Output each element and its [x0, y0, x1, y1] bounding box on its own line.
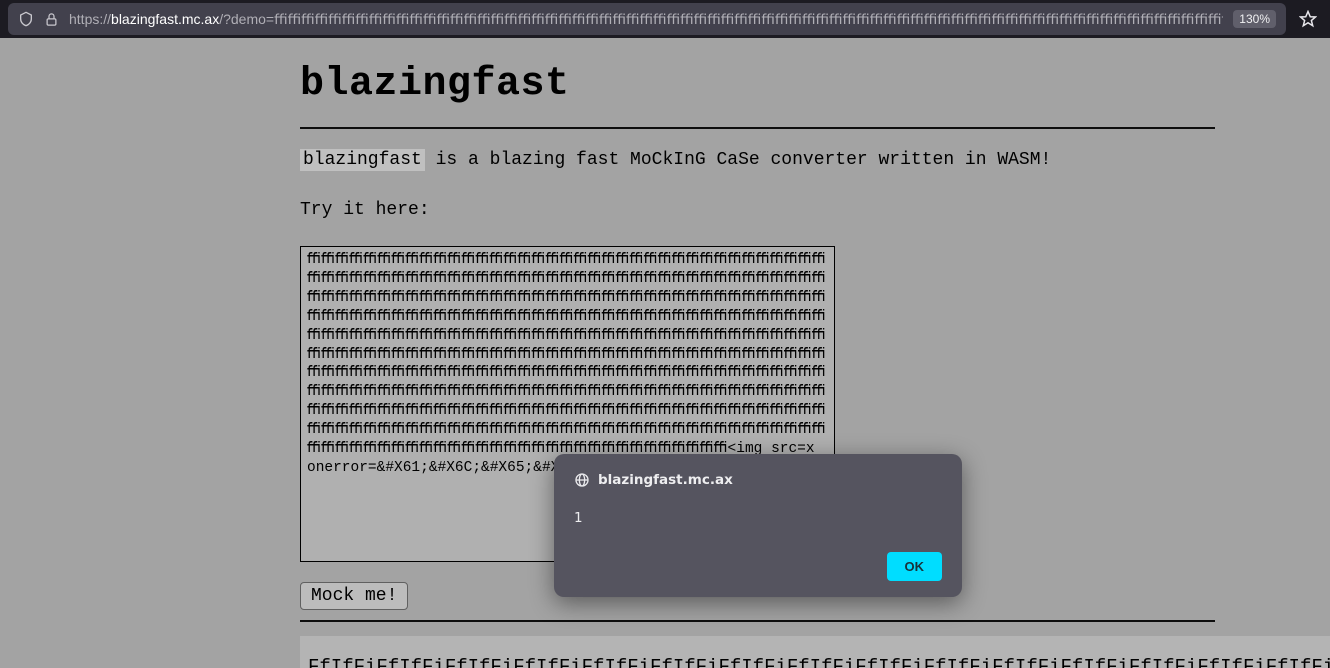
bookmark-star-icon[interactable] — [1294, 5, 1322, 33]
tryit-label: Try it here: — [300, 200, 1215, 220]
result-output: FfIfFiFfIfFiFfIfFiFfIfFiFfIfFiFfIfFiFfIf… — [300, 636, 1330, 668]
page-title: blazingfast — [300, 62, 1215, 129]
mock-me-button[interactable]: Mock me! — [300, 582, 408, 610]
desc-highlight: blazingfast — [300, 149, 425, 171]
url-box[interactable]: https://blazingfast.mc.ax/?demo=ﬃﬃﬃﬃﬃﬃﬃﬃ… — [8, 3, 1286, 35]
js-alert-dialog: blazingfast.mc.ax 1 OK — [554, 454, 962, 597]
shield-icon[interactable] — [18, 11, 34, 27]
divider — [300, 620, 1215, 622]
alert-origin: blazingfast.mc.ax — [598, 472, 733, 488]
url-scheme: https:// — [69, 11, 111, 27]
alert-ok-button[interactable]: OK — [887, 552, 943, 581]
lock-icon[interactable] — [44, 12, 59, 27]
url-text[interactable]: https://blazingfast.mc.ax/?demo=ﬃﬃﬃﬃﬃﬃﬃﬃ… — [69, 11, 1223, 28]
browser-address-bar: https://blazingfast.mc.ax/?demo=ﬃﬃﬃﬃﬃﬃﬃﬃ… — [0, 0, 1330, 38]
alert-message: 1 — [574, 510, 942, 526]
alert-header: blazingfast.mc.ax — [574, 472, 942, 488]
url-host: blazingfast.mc.ax — [111, 11, 219, 27]
page-description: blazingfast is a blazing fast MoCkInG Ca… — [300, 149, 1215, 172]
url-path: /?demo=ﬃﬃﬃﬃﬃﬃﬃﬃﬃﬃﬃﬃﬃﬃﬃﬃﬃﬃﬃﬃﬃﬃﬃﬃﬃﬃﬃﬃﬃﬃﬃﬃﬃ… — [219, 11, 1223, 27]
zoom-level-badge[interactable]: 130% — [1233, 10, 1276, 28]
globe-icon — [574, 472, 590, 488]
desc-rest: is a blazing fast MoCkInG CaSe converter… — [425, 150, 1052, 170]
